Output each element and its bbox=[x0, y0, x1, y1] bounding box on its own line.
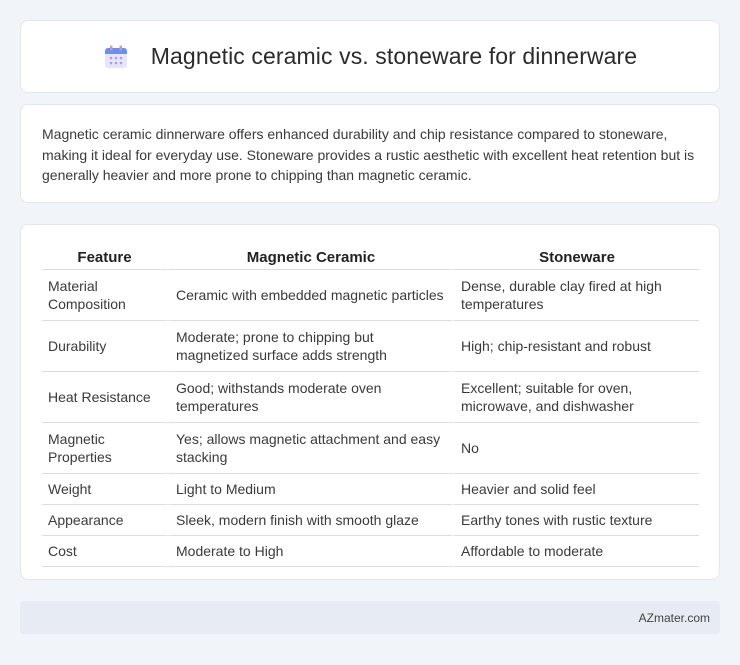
stoneware-cell: Heavier and solid feel bbox=[452, 474, 699, 505]
stoneware-cell: No bbox=[452, 423, 699, 474]
table-row: Heat Resistance Good; withstands moderat… bbox=[42, 372, 699, 423]
feature-cell: Weight bbox=[42, 474, 167, 505]
table-row: Cost Moderate to High Affordable to mode… bbox=[42, 536, 699, 567]
magnetic-ceramic-cell: Light to Medium bbox=[167, 474, 452, 505]
magnetic-ceramic-cell: Moderate; prone to chipping but magnetiz… bbox=[167, 321, 452, 372]
magnetic-ceramic-cell: Yes; allows magnetic attachment and easy… bbox=[167, 423, 452, 474]
table-row: Magnetic Properties Yes; allows magnetic… bbox=[42, 423, 699, 474]
footer-bar: AZmater.com bbox=[20, 601, 720, 634]
feature-cell: Cost bbox=[42, 536, 167, 567]
feature-cell: Material Composition bbox=[42, 270, 167, 321]
comparison-card: Feature Magnetic Ceramic Stoneware Mater… bbox=[20, 224, 720, 580]
table-row: Material Composition Ceramic with embedd… bbox=[42, 270, 699, 321]
summary-card: Magnetic ceramic dinnerware offers enhan… bbox=[20, 104, 720, 203]
stoneware-cell: Dense, durable clay fired at high temper… bbox=[452, 270, 699, 321]
header-feature: Feature bbox=[42, 245, 167, 270]
stoneware-cell: High; chip-resistant and robust bbox=[452, 321, 699, 372]
magnetic-ceramic-cell: Moderate to High bbox=[167, 536, 452, 567]
header-stoneware: Stoneware bbox=[452, 245, 699, 270]
header-magnetic-ceramic: Magnetic Ceramic bbox=[167, 245, 452, 270]
title-card: Magnetic ceramic vs. stoneware for dinne… bbox=[20, 20, 720, 93]
table-row: Weight Light to Medium Heavier and solid… bbox=[42, 474, 699, 505]
magnetic-ceramic-cell: Sleek, modern finish with smooth glaze bbox=[167, 505, 452, 536]
page-title: Magnetic ceramic vs. stoneware for dinne… bbox=[150, 43, 638, 69]
feature-cell: Magnetic Properties bbox=[42, 423, 167, 474]
stoneware-cell: Earthy tones with rustic texture bbox=[452, 505, 699, 536]
magnetic-ceramic-cell: Good; withstands moderate oven temperatu… bbox=[167, 372, 452, 423]
table-header-row: Feature Magnetic Ceramic Stoneware bbox=[42, 245, 699, 270]
footer-brand: AZmater.com bbox=[638, 610, 710, 625]
stoneware-cell: Excellent; suitable for oven, microwave,… bbox=[452, 372, 699, 423]
summary-text: Magnetic ceramic dinnerware offers enhan… bbox=[42, 126, 695, 183]
stoneware-cell: Affordable to moderate bbox=[452, 536, 699, 567]
magnetic-ceramic-cell: Ceramic with embedded magnetic particles bbox=[167, 270, 452, 321]
table-row: Durability Moderate; prone to chipping b… bbox=[42, 321, 699, 372]
feature-cell: Durability bbox=[42, 321, 167, 372]
calendar-icon bbox=[104, 45, 127, 68]
table-row: Appearance Sleek, modern finish with smo… bbox=[42, 505, 699, 536]
comparison-table: Feature Magnetic Ceramic Stoneware Mater… bbox=[42, 245, 699, 567]
feature-cell: Appearance bbox=[42, 505, 167, 536]
feature-cell: Heat Resistance bbox=[42, 372, 167, 423]
